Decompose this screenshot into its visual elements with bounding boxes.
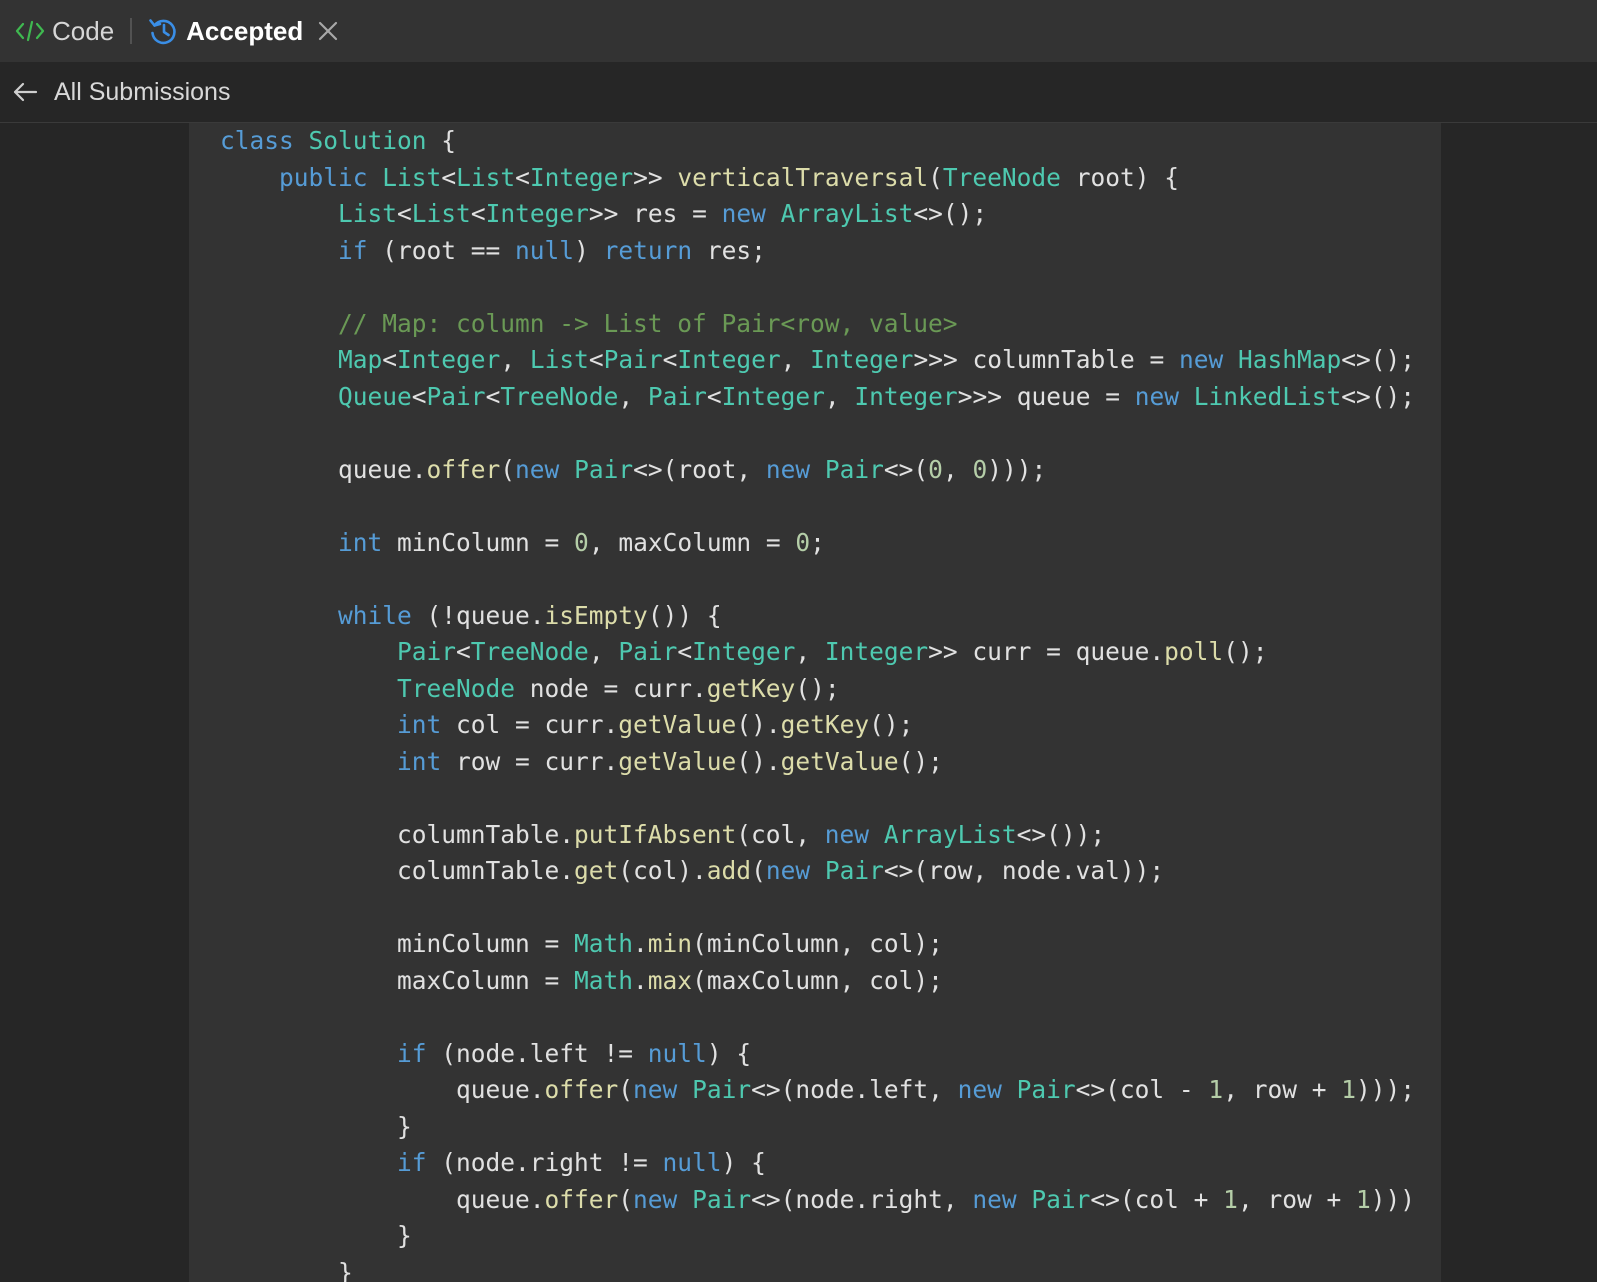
code-line: int row = curr.getValue().getValue(); — [397, 746, 943, 776]
code-line: Queue<Pair<TreeNode, Pair<Integer, Integ… — [338, 381, 1416, 411]
code-viewer: class Solution { public List<List<Intege… — [189, 123, 1441, 1282]
close-icon[interactable] — [317, 20, 339, 42]
code-line: columnTable.putIfAbsent(col, new ArrayLi… — [220, 819, 1106, 849]
code-line: while (!queue.isEmpty()) { — [338, 600, 722, 630]
code-line: if (root == null) return res; — [338, 235, 766, 265]
arrow-left-icon[interactable] — [12, 81, 38, 103]
code-line: Pair<TreeNode, Pair<Integer, Integer>> c… — [397, 637, 1268, 666]
code-block: class Solution { public List<List<Intege… — [220, 123, 1415, 1282]
code-line: int col = curr.getValue().getKey(); — [397, 710, 914, 739]
code-line: } — [220, 1111, 412, 1141]
code-line: int minColumn = 0, maxColumn = 0; — [338, 527, 825, 557]
code-line: TreeNode node = curr.getKey(); — [397, 673, 840, 703]
code-line: if (node.left != null) { — [397, 1038, 752, 1068]
code-line: queue.offer(new Pair<>(node.left, new Pa… — [220, 1075, 1415, 1104]
tab-code-label: Code — [52, 15, 115, 46]
code-line: columnTable.get(col).add(new Pair<>(row,… — [220, 856, 1165, 885]
history-icon — [149, 19, 176, 45]
code-line: if (node.right != null) { — [397, 1148, 766, 1177]
tab-accepted-label: Accepted — [186, 15, 304, 46]
submission-header: All Submissions — [0, 62, 1597, 123]
code-line: queue.offer(new Pair<>(root, new Pair<>(… — [220, 454, 1047, 484]
code-brackets-icon — [15, 20, 45, 42]
all-submissions-link[interactable]: All Submissions — [54, 78, 230, 107]
code-line: List<List<Integer>> res = new ArrayList<… — [338, 199, 988, 228]
tab-code[interactable]: Code — [0, 0, 114, 62]
tab-bar: Code Accepted — [0, 0, 1597, 62]
tab-accepted[interactable]: Accepted — [148, 0, 339, 62]
code-line: class Solution { — [220, 126, 457, 155]
code-line: minColumn = Math.min(minColumn, col); — [220, 929, 943, 958]
code-line: maxColumn = Math.max(maxColumn, col); — [220, 965, 943, 995]
code-line: } — [220, 1257, 353, 1282]
code-line: queue.offer(new Pair<>(node.right, new P… — [220, 1184, 1415, 1214]
tab-divider — [130, 18, 133, 44]
code-line: // Map: column -> List of Pair<row, valu… — [338, 308, 958, 338]
code-line: } — [220, 1221, 412, 1250]
code-line: public List<List<Integer>> verticalTrave… — [279, 162, 1179, 192]
code-line: Map<Integer, List<Pair<Integer, Integer>… — [338, 345, 1416, 374]
